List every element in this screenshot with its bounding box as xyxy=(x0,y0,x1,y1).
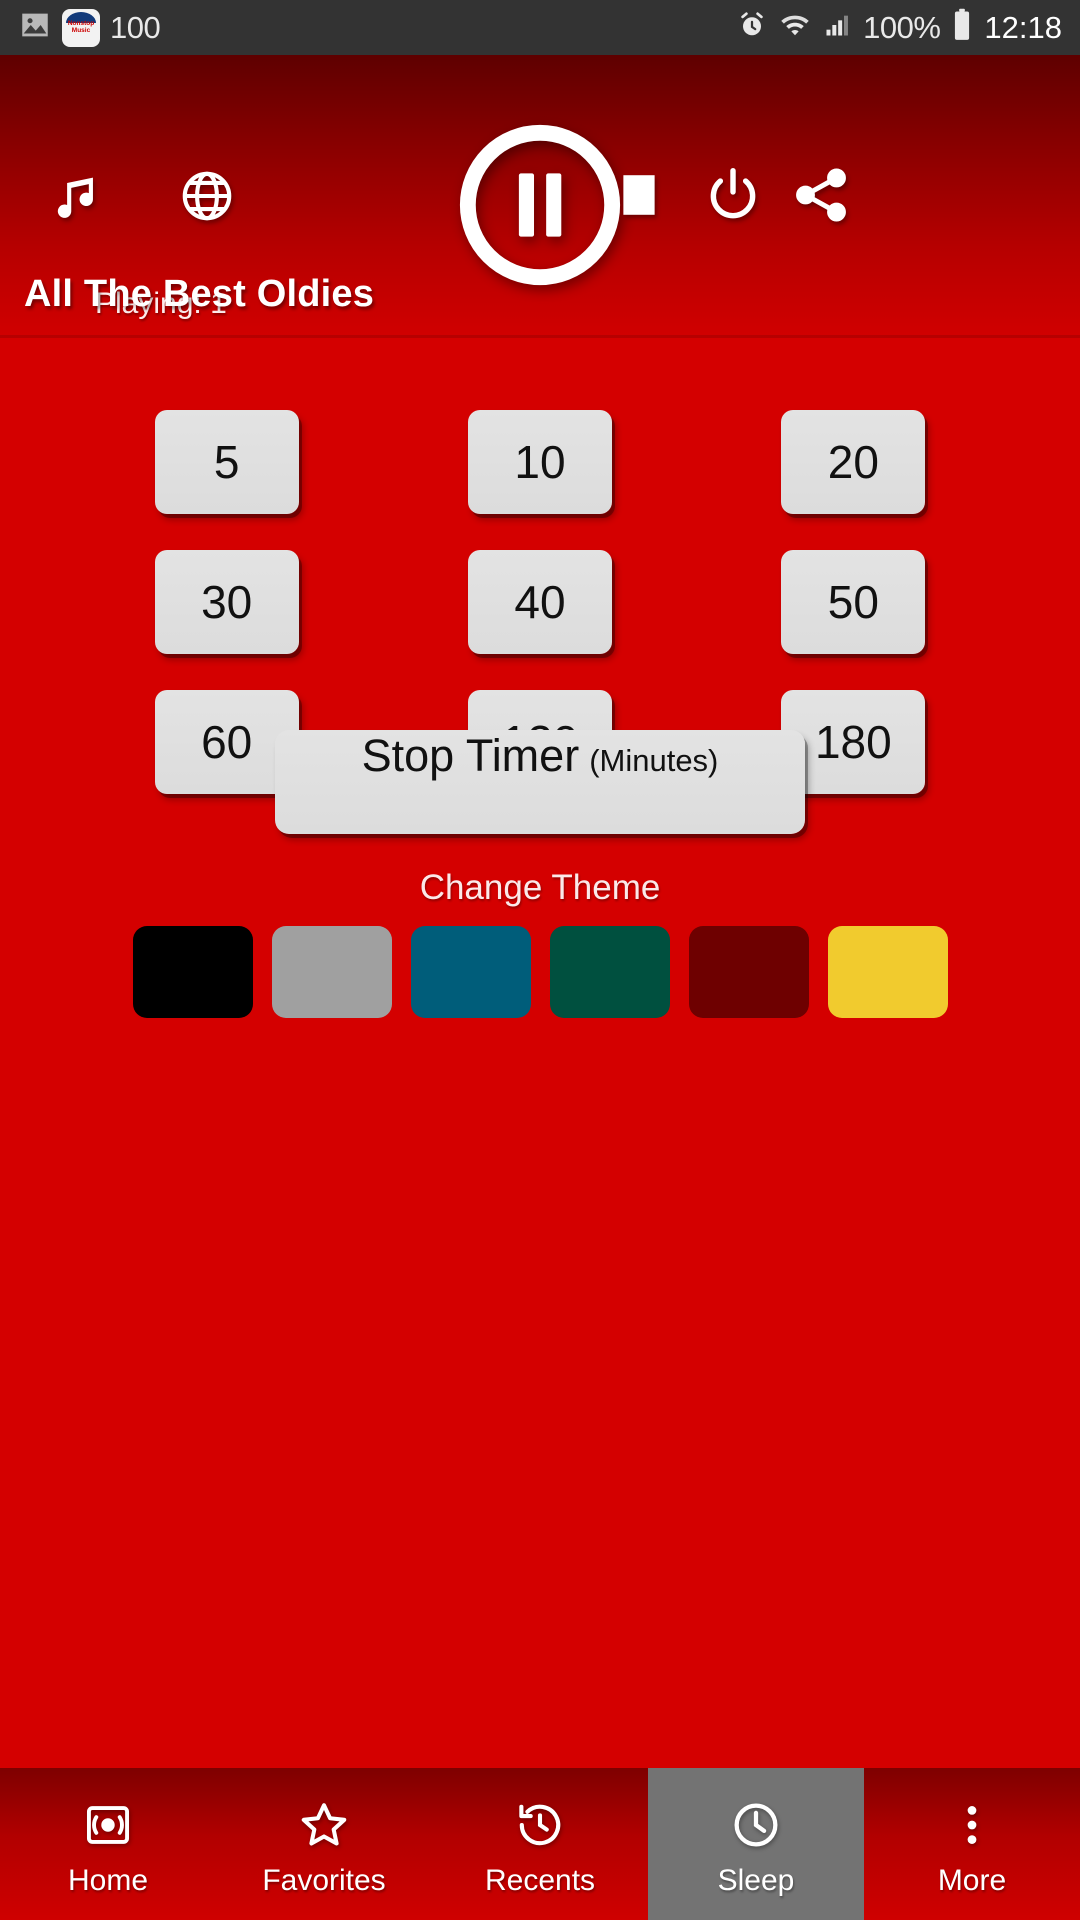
history-clock-icon xyxy=(514,1796,566,1854)
nav-item-favorites[interactable]: Favorites xyxy=(216,1768,432,1920)
theme-swatch-gray[interactable] xyxy=(271,926,392,1018)
nav-item-sleep[interactable]: Sleep xyxy=(648,1768,864,1920)
wifi-icon xyxy=(779,10,811,45)
theme-swatch-dark-red[interactable] xyxy=(688,926,809,1018)
radio-icon xyxy=(82,1796,134,1854)
alarm-icon xyxy=(737,10,767,45)
play-pause-button[interactable] xyxy=(452,117,628,293)
nav-label: More xyxy=(937,1864,1007,1897)
website-button[interactable] xyxy=(178,167,236,230)
nav-item-more[interactable]: More xyxy=(864,1768,1080,1920)
nav-label: Recents xyxy=(484,1864,596,1897)
power-button[interactable] xyxy=(702,163,764,232)
app-notification-icon: Nonstop Music xyxy=(62,8,100,47)
status-bar-clock: 12:18 xyxy=(984,9,1062,45)
player-header: Playing: 1 All The Best Oldies xyxy=(0,55,1080,338)
timer-preset-button[interactable]: 10 xyxy=(467,410,612,514)
signal-icon xyxy=(823,11,851,44)
power-icon xyxy=(702,163,764,232)
timer-preset-button[interactable]: 20 xyxy=(781,410,926,514)
clock-icon xyxy=(729,1796,783,1854)
music-library-button[interactable] xyxy=(48,165,110,234)
bottom-navigation: Home Favorites Recents Sleep More xyxy=(0,1768,1080,1920)
share-icon xyxy=(790,163,852,232)
image-icon xyxy=(18,8,52,47)
stop-timer-button[interactable]: Stop Timer (Minutes) xyxy=(275,730,805,834)
theme-swatch-teal-blue[interactable] xyxy=(410,926,531,1018)
music-note-icon xyxy=(48,165,110,234)
theme-swatch-row xyxy=(0,926,1080,1018)
status-bar-left: Nonstop Music 100 xyxy=(18,8,161,47)
nav-label: Sleep xyxy=(717,1864,795,1897)
timer-preset-button[interactable]: 30 xyxy=(154,550,299,654)
timer-preset-button[interactable]: 5 xyxy=(154,410,299,514)
theme-swatch-black[interactable] xyxy=(132,926,253,1018)
stop-timer-label: Stop Timer xyxy=(361,730,580,781)
sleep-timer-screen: 5 10 20 30 40 50 60 120 180 Stop Timer (… xyxy=(0,338,1080,1768)
theme-swatch-yellow[interactable] xyxy=(827,926,948,1018)
station-title: All The Best Oldies xyxy=(24,273,375,315)
change-theme-heading: Change Theme xyxy=(419,868,661,907)
timer-preset-button[interactable]: 50 xyxy=(781,550,926,654)
theme-swatch-dark-green[interactable] xyxy=(549,926,670,1018)
battery-icon xyxy=(952,8,972,47)
pause-circle-icon xyxy=(452,124,628,297)
star-icon xyxy=(297,1796,351,1854)
notification-count: 100 xyxy=(110,9,161,45)
overflow-dots-icon xyxy=(947,1796,997,1854)
stop-timer-unit: (Minutes) xyxy=(589,743,719,778)
timer-preset-button[interactable]: 40 xyxy=(467,550,612,654)
stop-square-icon xyxy=(614,167,664,228)
stop-button[interactable] xyxy=(614,167,664,228)
nav-label: Home xyxy=(67,1864,149,1897)
status-bar: Nonstop Music 100 100% 12:18 xyxy=(0,0,1080,55)
globe-icon xyxy=(178,167,236,230)
nav-label: Favorites xyxy=(262,1864,386,1897)
battery-percent: 100% xyxy=(863,9,941,45)
share-button[interactable] xyxy=(790,163,852,232)
nav-item-home[interactable]: Home xyxy=(0,1768,216,1920)
nav-item-recents[interactable]: Recents xyxy=(432,1768,648,1920)
status-bar-right: 100% 12:18 xyxy=(737,8,1062,47)
